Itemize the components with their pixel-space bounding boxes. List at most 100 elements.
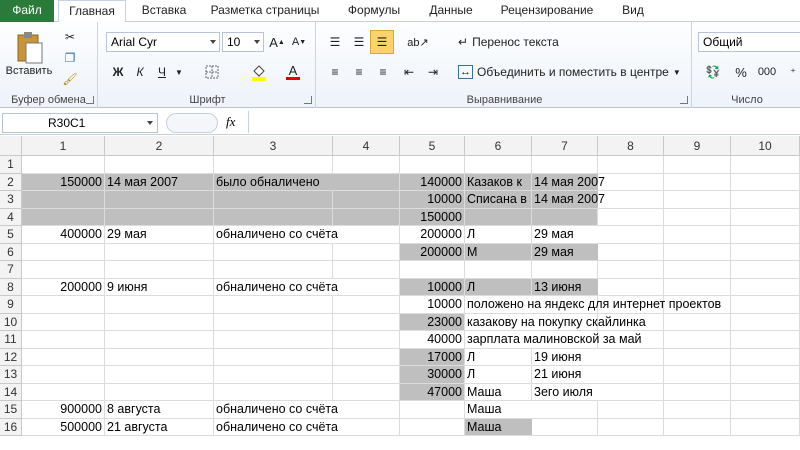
cell[interactable] — [664, 243, 731, 261]
cell[interactable]: 30000 — [400, 366, 465, 384]
cell[interactable]: 19 июня — [532, 349, 598, 366]
cell[interactable]: 150000 — [22, 173, 105, 191]
cell[interactable] — [532, 156, 598, 174]
cell[interactable] — [731, 331, 800, 349]
cell[interactable] — [731, 313, 800, 331]
cell[interactable] — [664, 191, 731, 209]
name-box[interactable]: R30C1 — [2, 113, 158, 133]
cell[interactable] — [598, 278, 664, 296]
cell[interactable] — [105, 313, 214, 331]
cell[interactable]: 10000 — [400, 296, 465, 314]
cell[interactable]: положено на яндекс для интернет проектов — [465, 296, 721, 314]
percent-button[interactable]: % — [732, 62, 750, 82]
cell[interactable] — [214, 191, 333, 209]
cell[interactable]: 29 мая — [532, 226, 598, 244]
font-size-select[interactable]: 10 — [222, 32, 264, 52]
underline-button[interactable]: Ч — [152, 62, 172, 82]
cell[interactable] — [214, 348, 333, 366]
cell[interactable] — [214, 156, 333, 174]
align-center-icon[interactable]: ≡ — [348, 62, 370, 82]
cell[interactable]: Л — [465, 226, 532, 244]
cell[interactable] — [598, 191, 664, 209]
cell[interactable] — [214, 243, 333, 261]
cell[interactable] — [465, 156, 532, 174]
decrease-indent-icon[interactable]: ⇤ — [398, 62, 420, 82]
tab-file[interactable]: Файл — [0, 0, 54, 22]
row-header[interactable]: 16 — [0, 418, 22, 436]
bold-button[interactable]: Ж — [108, 62, 128, 82]
cell[interactable] — [465, 261, 532, 279]
cell[interactable]: 200000 — [22, 278, 105, 296]
cell[interactable] — [105, 383, 214, 401]
cell[interactable] — [465, 208, 532, 226]
row-header[interactable]: 9 — [0, 296, 22, 314]
cell[interactable] — [664, 348, 731, 366]
cell[interactable] — [731, 208, 800, 226]
cell[interactable] — [664, 313, 731, 331]
shrink-font-icon[interactable]: A ▼ — [290, 32, 308, 52]
cell[interactable] — [532, 261, 598, 279]
cell[interactable] — [598, 418, 664, 436]
cell[interactable]: обналичено со счёта — [214, 419, 338, 436]
row-header[interactable]: 10 — [0, 313, 22, 331]
cell[interactable]: 23000 — [400, 313, 465, 331]
cell[interactable] — [333, 191, 400, 209]
row-header[interactable]: 2 — [0, 173, 22, 191]
cell[interactable]: 150000 — [400, 208, 465, 226]
cell[interactable] — [333, 348, 400, 366]
worksheet-grid[interactable]: 1 2 3 4 5 6 7 8 9 10 1 2 3 4 5 6 7 8 9 10 11 12 13 14 15 16 1500… — [0, 136, 800, 450]
number-format-select[interactable]: Общий — [698, 32, 800, 52]
cell[interactable]: Маша — [465, 418, 532, 436]
cell[interactable] — [333, 296, 400, 314]
cell[interactable] — [333, 313, 400, 331]
cell[interactable]: 9 июня — [105, 278, 214, 296]
cell[interactable] — [731, 296, 800, 314]
cell[interactable] — [214, 383, 333, 401]
cell[interactable]: 10000 — [400, 278, 465, 296]
select-all-corner[interactable] — [0, 136, 22, 156]
cell[interactable] — [598, 226, 664, 244]
paste-button[interactable]: Вставить — [4, 26, 54, 82]
cell[interactable]: 21 августа — [105, 418, 214, 436]
cell[interactable]: Л — [465, 348, 532, 366]
row-header[interactable]: 12 — [0, 348, 22, 366]
cell[interactable]: Списана в — [465, 191, 532, 209]
merge-center-button[interactable]: ↔ Объединить и поместить в центре ▼ — [458, 62, 681, 82]
cell[interactable] — [664, 261, 731, 279]
cell[interactable]: Л — [465, 366, 532, 384]
column-header[interactable]: 9 — [664, 136, 731, 156]
cell[interactable]: обналичено со счёта — [214, 401, 338, 419]
cell[interactable] — [400, 418, 465, 436]
cell[interactable] — [731, 156, 800, 174]
column-header[interactable]: 4 — [333, 136, 400, 156]
orientation-icon[interactable]: ab↗ — [404, 32, 432, 52]
cell[interactable]: 14 мая 2007 — [105, 173, 214, 191]
cell[interactable] — [400, 261, 465, 279]
underline-dropdown-icon[interactable]: ▼ — [174, 62, 184, 82]
cell[interactable] — [105, 348, 214, 366]
row-header[interactable]: 15 — [0, 401, 22, 419]
align-right-icon[interactable]: ≡ — [372, 62, 394, 82]
cell[interactable] — [664, 278, 731, 296]
copy-icon[interactable]: ❐ — [60, 49, 80, 67]
cell[interactable]: Казаков к — [465, 173, 532, 191]
cell[interactable]: 14 мая 2007 — [532, 173, 605, 191]
alignment-launcher-icon[interactable] — [680, 96, 688, 104]
cell[interactable] — [333, 208, 400, 226]
cell[interactable] — [598, 243, 664, 261]
fill-color-icon[interactable] — [246, 62, 272, 82]
cell[interactable] — [333, 366, 400, 384]
align-left-icon[interactable]: ≡ — [324, 62, 346, 82]
cell[interactable] — [664, 383, 731, 401]
cell[interactable] — [333, 243, 400, 261]
cell[interactable] — [532, 208, 598, 226]
column-header[interactable]: 3 — [214, 136, 333, 156]
cell[interactable] — [532, 418, 598, 436]
cell[interactable] — [214, 296, 333, 314]
cell[interactable] — [731, 278, 800, 296]
cell[interactable] — [22, 348, 105, 366]
cell[interactable] — [22, 366, 105, 384]
font-launcher-icon[interactable] — [304, 96, 312, 104]
formula-resize-handle[interactable] — [166, 113, 218, 133]
align-top-icon[interactable]: ☰ — [324, 32, 346, 52]
